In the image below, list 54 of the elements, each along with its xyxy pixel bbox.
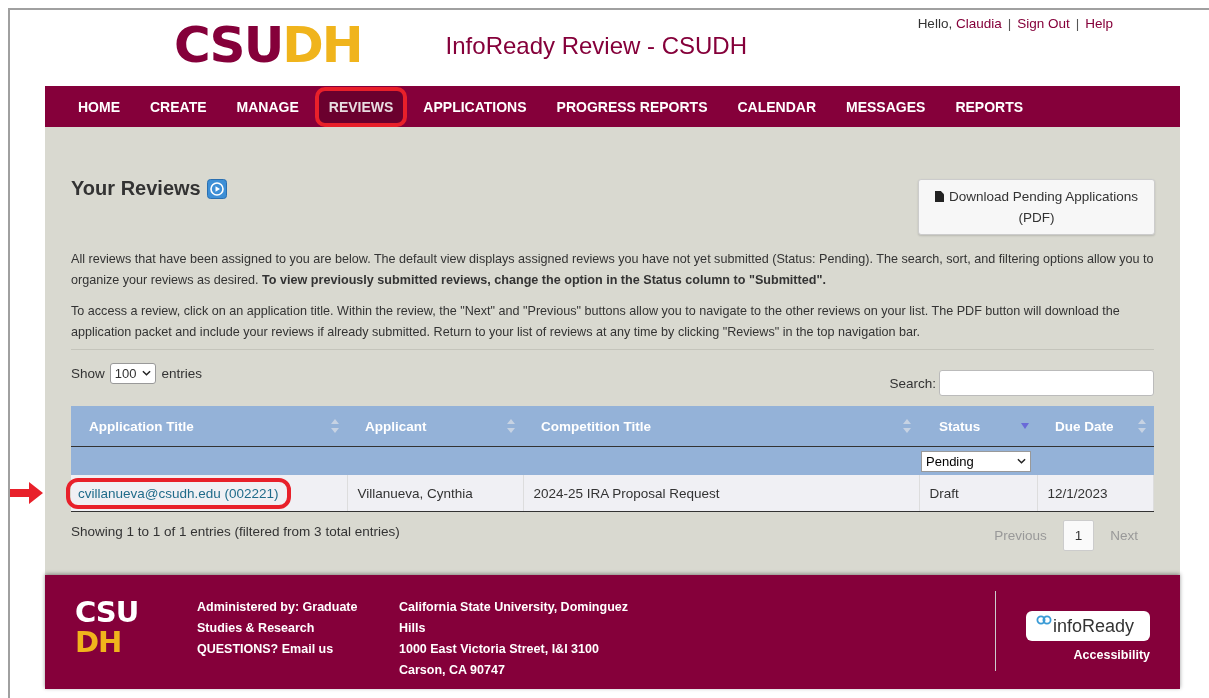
accessibility-link[interactable]: Accessibility — [1073, 648, 1150, 662]
instruction-text: All reviews that have been assigned to you are below. The default view displays assigned reviews you have not yet submitted (Status: Pending). The search, sort, and filtering options allow you to organize your reviews as desired. To view previously submitted reviews, change the option in the Status column to "Submitted". — [71, 251, 1154, 289]
show-label: Show — [71, 365, 105, 381]
separator: | — [1075, 16, 1080, 31]
table-info: Showing 1 to 1 of 1 entries (filtered from 3 total entries) — [71, 524, 400, 539]
greeting: Hello, — [917, 16, 954, 31]
nav-tab[interactable]: PROGRESS REPORTS — [542, 86, 722, 127]
play-icon[interactable] — [206, 178, 227, 199]
nav-tab[interactable]: REVIEWS — [314, 86, 408, 127]
page-heading: Your Reviews — [71, 177, 201, 200]
sort-icon[interactable] — [507, 419, 515, 433]
logo-text: DH — [282, 16, 362, 74]
download-button[interactable]: Download Pending Applications (PDF) — [918, 179, 1155, 235]
address-line: Carson, CA 90747 — [399, 662, 506, 679]
table-cell: Villanueva, Cynthia — [357, 485, 473, 501]
entries-select[interactable]: 100 — [109, 362, 157, 384]
status-filter-select[interactable]: Pending — [921, 450, 1031, 472]
nav-tab[interactable]: CALENDAR — [723, 86, 831, 127]
nav-tab[interactable]: MANAGE — [222, 86, 313, 127]
entries-label: entries — [161, 365, 202, 381]
nav-tab[interactable]: MESSAGES — [832, 86, 940, 127]
nav-tab[interactable]: HOME — [64, 86, 134, 127]
email-link[interactable]: Email us — [281, 642, 334, 656]
pagination-button[interactable]: 1 — [1062, 520, 1095, 551]
user-link[interactable]: Claudia — [955, 16, 1002, 31]
logo-text: CSU — [174, 16, 283, 74]
user-link[interactable]: Sign Out — [1017, 16, 1070, 31]
address-line: 1000 East Victoria Street, I&I 3100 — [399, 641, 600, 658]
sort-icon[interactable] — [331, 419, 339, 433]
administered-text: Administered by: Graduate Studies & Research — [197, 599, 359, 637]
application-link[interactable]: cvillanueva@csudh.edu (002221) — [66, 477, 291, 509]
footer-logo-text: CSU — [75, 597, 140, 627]
document-icon — [934, 191, 944, 202]
questions-text: QUESTIONS? — [197, 642, 279, 656]
user-link[interactable]: Help — [1085, 16, 1113, 31]
separator: | — [1007, 16, 1012, 31]
chevron-down-icon — [142, 370, 152, 376]
site-title: InfoReady Review - CSUDH — [445, 32, 748, 60]
instruction-text: To access a review, click on an application title. Within the review, the "Next" and "Previous" buttons allow you to navigate to the other reviews on your list. The PDF button will download the application packet and include your reviews if already submitted. Return to your list of reviews at any time by clicking "Reviews" in the top navigation bar. — [71, 303, 1121, 341]
sort-icon[interactable] — [903, 419, 911, 433]
table-cell: 12/1/2023 — [1047, 485, 1108, 501]
nav-tab[interactable]: APPLICATIONS — [409, 86, 541, 127]
nav-tab[interactable]: REPORTS — [941, 86, 1038, 127]
sort-icon[interactable] — [1137, 419, 1146, 433]
search-field[interactable] — [939, 370, 1154, 396]
chevron-down-icon — [1017, 458, 1026, 464]
nav-tab[interactable]: CREATE — [136, 86, 221, 127]
sort-desc-icon[interactable] — [1021, 423, 1029, 429]
table-cell: Draft — [929, 485, 959, 501]
table-cell: 2024-25 IRA Proposal Request — [533, 485, 720, 501]
search-label: Search: — [889, 375, 936, 391]
address-line: California State University, Dominguez Hills — [399, 599, 629, 637]
infoready-logo[interactable]: infoReady — [1026, 611, 1150, 641]
footer-logo-text: DH — [75, 627, 123, 657]
